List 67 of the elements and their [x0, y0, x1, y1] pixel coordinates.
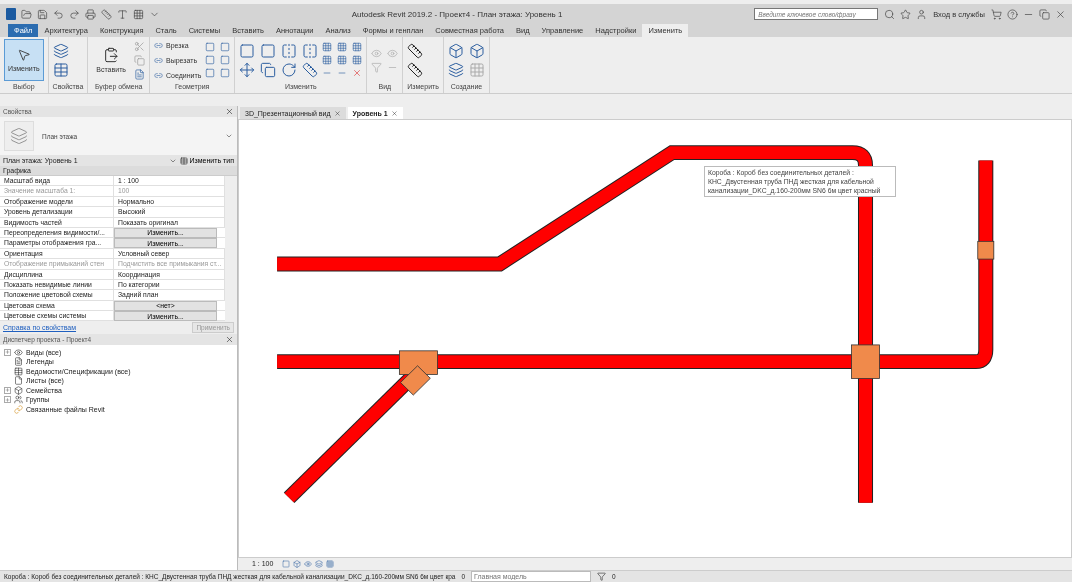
views-icon [14, 347, 23, 357]
clipboard-icon [103, 47, 120, 63]
pipe-fitting [851, 344, 880, 379]
cart-icon[interactable] [991, 8, 1002, 20]
expand-toggle[interactable] [4, 396, 11, 404]
sheet-icon [14, 376, 23, 386]
geometry-tool-icon[interactable] [205, 55, 216, 65]
edit-tool-icon[interactable] [352, 42, 363, 52]
close-icon[interactable] [333, 109, 341, 117]
legend-icon [14, 357, 23, 367]
close-icon[interactable] [390, 109, 398, 117]
parts-icon[interactable] [447, 61, 464, 78]
open-icon[interactable] [21, 8, 32, 20]
geometry-tool-icon[interactable] [205, 68, 216, 78]
groups-icon [14, 395, 23, 405]
measure-icon[interactable] [407, 42, 424, 59]
properties-icon[interactable] [52, 61, 69, 78]
part-icon[interactable] [447, 42, 464, 59]
app-logo[interactable] [6, 8, 16, 20]
filter-icon[interactable] [597, 572, 607, 581]
geometry-tool-icon[interactable] [220, 68, 231, 78]
edit-tool-icon[interactable] [352, 55, 363, 65]
geometry-icon [154, 70, 163, 80]
table-icon [179, 156, 188, 165]
edit-tool-icon[interactable] [337, 42, 348, 52]
close-icon[interactable] [1055, 8, 1066, 20]
pipe-fitting [977, 240, 995, 260]
star-icon[interactable] [900, 8, 912, 20]
copy-icon[interactable] [260, 61, 277, 78]
dimension-icon[interactable] [407, 61, 424, 78]
expand-toggle[interactable] [4, 348, 11, 356]
window-title: Autodesk Revit 2019.2 - Проект4 - План этажа: Уровень 1 [350, 9, 564, 19]
geometry-tool-icon[interactable] [205, 42, 216, 52]
geometry-icon [154, 40, 163, 50]
restore-icon[interactable] [1039, 8, 1050, 20]
user-icon[interactable] [916, 8, 928, 20]
redo-icon[interactable] [69, 8, 80, 20]
print-icon[interactable] [85, 8, 96, 20]
text-icon[interactable] [117, 8, 128, 20]
rotate-icon[interactable] [281, 61, 298, 78]
search-icon[interactable] [884, 8, 896, 20]
edit-tool-icon[interactable] [322, 42, 333, 52]
delete-icon[interactable] [352, 68, 363, 78]
link-icon [14, 404, 23, 414]
cut-icon[interactable] [134, 40, 145, 52]
close-icon[interactable] [225, 107, 234, 116]
help-icon[interactable] [1007, 8, 1018, 20]
families-icon [14, 385, 23, 395]
override-icon[interactable] [387, 47, 399, 59]
undo-icon[interactable] [53, 8, 64, 20]
move-icon[interactable] [239, 61, 256, 78]
geometry-tool-icon[interactable] [220, 42, 231, 52]
edit-tool-icon[interactable] [322, 55, 333, 65]
pipe-fitting [399, 350, 438, 375]
save-icon[interactable] [37, 8, 48, 20]
view-type-icon [4, 121, 34, 151]
visual-style-icon[interactable] [293, 560, 302, 568]
geometry-tool-icon[interactable] [220, 55, 231, 65]
geometry-icon [154, 55, 163, 65]
schedule-icon [14, 366, 23, 376]
hide-icon[interactable] [371, 47, 383, 59]
assembly-icon[interactable] [468, 42, 485, 59]
cursor-icon [16, 48, 31, 62]
expand-toggle[interactable] [4, 386, 11, 394]
dropdown-icon[interactable] [225, 132, 233, 140]
close-icon[interactable] [225, 335, 234, 345]
edit-tool-icon[interactable] [337, 55, 348, 65]
